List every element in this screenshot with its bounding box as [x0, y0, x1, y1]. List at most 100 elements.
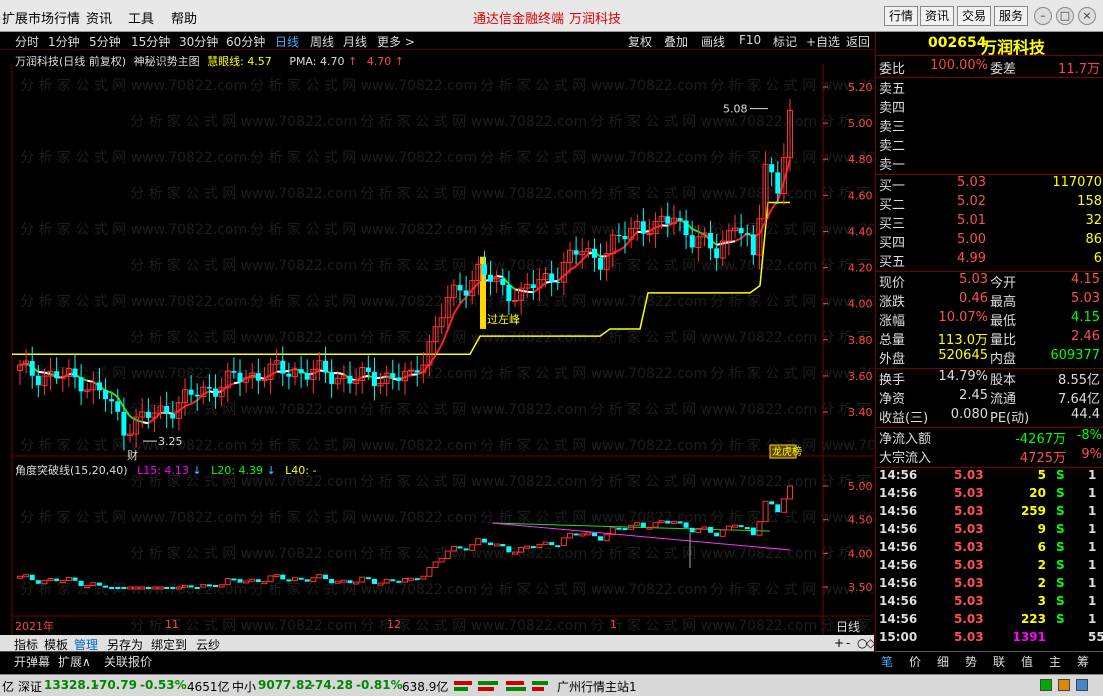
- period-5min[interactable]: 5分钟: [89, 33, 121, 50]
- news-button[interactable]: 资讯: [920, 6, 955, 26]
- ad-stock-link[interactable]: 万润科技: [569, 8, 621, 27]
- stat-value: 5.03: [959, 272, 988, 287]
- watermark-text: 分 析 家 公 式 网 www.70822.com: [360, 329, 587, 346]
- ma-line-segment: [557, 275, 565, 282]
- sub-bar-down: [206, 584, 212, 587]
- buy-row-1[interactable]: 买一 5.03 117070: [876, 175, 1103, 194]
- menu-help[interactable]: 帮助: [171, 8, 197, 27]
- sub-bar-down: [194, 587, 200, 589]
- rtab-7[interactable]: 筹: [1077, 653, 1089, 670]
- server-name[interactable]: 广州行情主站1: [557, 678, 637, 695]
- period-15min[interactable]: 15分钟: [131, 33, 170, 50]
- extend-button[interactable]: 扩展∧: [58, 653, 91, 670]
- ma-line-segment: [135, 419, 143, 424]
- buy-row-4[interactable]: 买四 5.00 86: [876, 232, 1103, 251]
- watermark-text: 分 析 家 公 式 网 www.70822.com: [590, 617, 817, 634]
- sub-bar-down: [390, 579, 396, 582]
- barrage-button[interactable]: 开弹幕: [14, 653, 50, 670]
- sub-bar-up: [65, 577, 72, 581]
- menu-tools[interactable]: 工具: [128, 8, 154, 27]
- f10-button[interactable]: F10: [739, 33, 761, 47]
- back-button[interactable]: 返回: [846, 33, 870, 50]
- candle-body-down: [622, 235, 628, 240]
- rtab-6[interactable]: 主: [1049, 653, 1061, 670]
- rtab-5[interactable]: 值: [1021, 653, 1033, 670]
- watermark-text: 分 析 家 公 式 网 www.70822.com: [130, 257, 357, 274]
- period-fenshi[interactable]: 分时: [15, 33, 39, 50]
- candle-body-down: [488, 274, 494, 282]
- watermark-text: 分 析 家 公 式 网 www.70822.com: [590, 545, 817, 562]
- period-indicator: 日线: [836, 620, 861, 634]
- buy-row-3[interactable]: 买三 5.01 32: [876, 213, 1103, 232]
- stat-row: 涨跌 0.46 最高 5.03: [876, 291, 1103, 310]
- rtab-4[interactable]: 联: [993, 653, 1005, 670]
- minimize-icon[interactable]: –: [1034, 7, 1052, 25]
- service-button[interactable]: 服务: [994, 6, 1029, 26]
- ma-line-segment: [87, 379, 94, 383]
- draw-line-button[interactable]: 画线: [701, 33, 725, 50]
- candle-body-down: [481, 264, 487, 275]
- adjust-button[interactable]: 复权: [628, 33, 652, 50]
- buy-label: 买四: [879, 236, 906, 251]
- buy-row-2[interactable]: 买二 5.02 158: [876, 194, 1103, 213]
- period-60min[interactable]: 60分钟: [226, 33, 265, 50]
- rtab-3[interactable]: 势: [965, 653, 977, 670]
- watermark-text: 分 析 家 公 式 网 www.70822.com: [360, 113, 587, 130]
- indicator-name: 神秘识势主图: [133, 55, 200, 68]
- watermark-text: 分 析 家 公 式 网 www.70822.com: [360, 401, 587, 418]
- mark-button[interactable]: 标记: [773, 33, 797, 50]
- sell-row-4: 卖四: [876, 97, 1103, 116]
- close-icon[interactable]: ×: [1078, 7, 1096, 25]
- watermark-text: 分 析 家 公 式 网 www.70822.com: [20, 509, 247, 526]
- candle-body-down: [280, 360, 286, 374]
- kline-chart[interactable]: 分 析 家 公 式 网 www.70822.com 分 析 家 公 式 网 www…: [0, 50, 1047, 635]
- sub-bar-up: [316, 574, 323, 579]
- tick-row: 14:56 5.03 20 S 1: [876, 486, 1103, 504]
- pma-value: 4.70: [319, 55, 345, 68]
- candle-body-down: [463, 290, 469, 296]
- sell-row-1: 卖一: [876, 154, 1103, 173]
- sub-bar-down: [689, 527, 695, 533]
- period-daily[interactable]: 日线: [275, 33, 299, 50]
- rtab-0[interactable]: 笔: [881, 653, 893, 670]
- ma-line-segment: [142, 421, 149, 425]
- sub-bar-down: [506, 546, 512, 553]
- related-quote-button[interactable]: 关联报价: [104, 653, 152, 670]
- ad-terminal-link[interactable]: 通达信金融终端: [473, 8, 564, 27]
- period-1min[interactable]: 1分钟: [48, 33, 80, 50]
- overlay-button[interactable]: 叠加: [664, 33, 688, 50]
- stat-label-2: 量比: [990, 333, 1017, 348]
- period-30min[interactable]: 30分钟: [179, 33, 218, 50]
- period-monthly[interactable]: 月线: [343, 33, 367, 50]
- candle-body-down: [323, 360, 329, 373]
- zoom-in-icon[interactable]: +: [834, 636, 844, 650]
- menu-news[interactable]: 资讯: [86, 8, 112, 27]
- stat-label: 外盘: [879, 352, 906, 367]
- watermark-text: 分 析 家 公 式 网 www.70822.com: [20, 365, 247, 382]
- period-weekly[interactable]: 周线: [310, 33, 334, 50]
- tick-time: 14:56: [879, 504, 918, 518]
- buy-row-5[interactable]: 买五 4.99 6: [876, 251, 1103, 270]
- stat2-value-2: 44.4: [1071, 407, 1100, 422]
- diamond-icon[interactable]: ◇: [866, 636, 875, 650]
- sell-row-2: 卖二: [876, 135, 1103, 154]
- trade-button[interactable]: 交易: [957, 6, 992, 26]
- buy-volume: 158: [1077, 194, 1102, 209]
- status-bar: 亿 深证 13328.1 -70.79 -0.53% 4651亿 中小 9077…: [0, 674, 1103, 696]
- rtab-1[interactable]: 价: [909, 653, 921, 670]
- settings-icon[interactable]: [1076, 679, 1088, 691]
- add-favorite-button[interactable]: +自选: [806, 33, 840, 50]
- candle-body-down: [414, 370, 420, 373]
- zoom-out-icon[interactable]: -: [846, 636, 850, 650]
- buy-volume: 117070: [1052, 175, 1102, 190]
- menu-extended-market[interactable]: 扩展市场行情: [2, 8, 80, 27]
- stat-row: 涨幅 10.07% 最低 4.15: [876, 310, 1103, 329]
- stat-row: 现价 5.03 今开 4.15: [876, 272, 1103, 291]
- quote-button[interactable]: 行情: [884, 6, 919, 26]
- left-peak-label: 过左峰: [487, 313, 520, 326]
- rtab-2[interactable]: 细: [937, 653, 949, 670]
- period-more[interactable]: 更多 >: [377, 33, 415, 50]
- buy-price: 4.99: [957, 251, 986, 266]
- maximize-icon[interactable]: □: [1056, 7, 1074, 25]
- sub-bar-down: [365, 577, 371, 580]
